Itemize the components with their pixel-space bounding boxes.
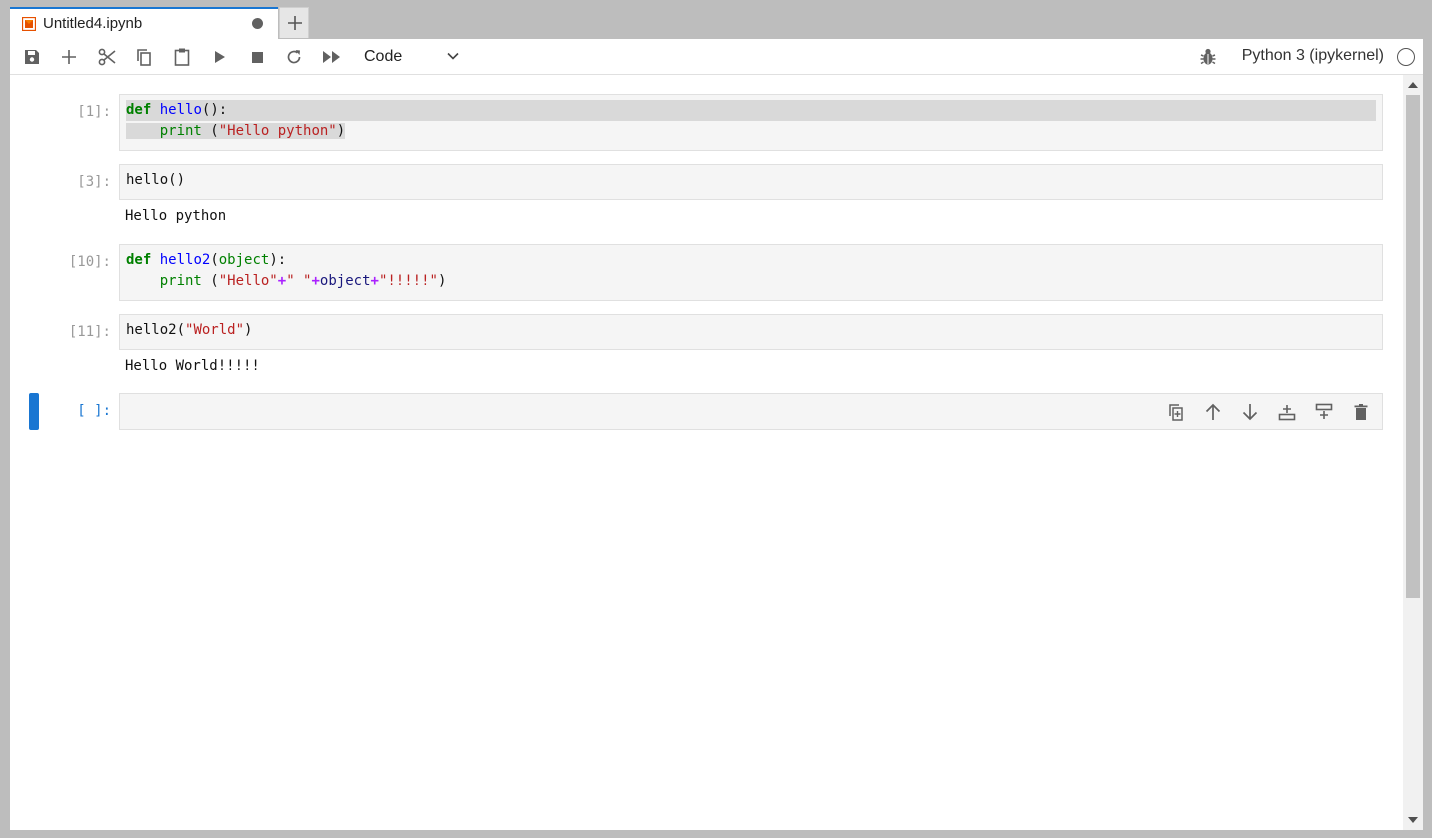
paste-button[interactable]: [171, 46, 193, 68]
code-line: def hello():: [126, 100, 1376, 121]
cell-type-select[interactable]: Code: [364, 45, 464, 69]
duplicate-cell-icon: [1169, 404, 1183, 421]
code-text[interactable]: hello(): [120, 165, 1382, 196]
debugger-icon[interactable]: [1200, 48, 1216, 66]
notebook-tab[interactable]: Untitled4.ipynb: [10, 7, 278, 39]
kernel-status-icon: [1397, 48, 1415, 66]
add-cell-button[interactable]: [58, 46, 80, 68]
run-all-icon: [323, 51, 340, 63]
stop-button[interactable]: [246, 46, 268, 68]
cell-type-value: Code: [364, 48, 403, 65]
restart-button[interactable]: [283, 46, 305, 68]
code-editor[interactable]: def hello(): print ("Hello python"): [119, 94, 1383, 151]
move-up-icon: [1205, 403, 1221, 420]
save-icon: [25, 50, 39, 64]
cell-output: Hello World!!!!!: [125, 358, 260, 374]
cell-toolbar: [1165, 401, 1372, 423]
copy-button[interactable]: [133, 46, 155, 68]
code-cell[interactable]: [1]: def hello(): print ("Hello python"): [10, 94, 1403, 151]
insert-above-button[interactable]: [1276, 401, 1298, 423]
insert-below-button[interactable]: [1313, 401, 1335, 423]
move-up-button[interactable]: [1202, 401, 1224, 423]
execution-count: [ ]:: [77, 403, 111, 419]
code-editor[interactable]: def hello2(object): print ("Hello"+" "+o…: [119, 244, 1383, 301]
code-text[interactable]: def hello2(object): print ("Hello"+" "+o…: [120, 245, 1382, 297]
scroll-thumb[interactable]: [1406, 95, 1420, 598]
code-editor[interactable]: hello2("World"): [119, 314, 1383, 350]
execution-count: [11]:: [68, 324, 111, 340]
code-text[interactable]: def hello(): print ("Hello python"): [120, 95, 1382, 147]
tab-bar: Untitled4.ipynb: [0, 0, 1432, 39]
tab-title: Untitled4.ipynb: [43, 15, 143, 32]
notebook-toolbar: Code Python 3 (ipykernel): [10, 39, 1423, 75]
delete-cell-button[interactable]: [1350, 401, 1372, 423]
add-cell-icon: [62, 50, 76, 64]
code-text[interactable]: hello2("World"): [120, 315, 1382, 346]
scroll-up-icon[interactable]: [1408, 82, 1418, 88]
cut-button[interactable]: [96, 46, 118, 68]
kernel-name[interactable]: Python 3 (ipykernel): [1242, 47, 1384, 65]
insert-above-icon: [1278, 405, 1296, 421]
code-editor[interactable]: [119, 393, 1383, 430]
active-code-cell[interactable]: [ ]:: [10, 393, 1403, 430]
run-icon: [215, 51, 225, 63]
cell-output: Hello python: [125, 208, 227, 224]
cut-icon: [98, 48, 116, 66]
restart-icon: [287, 50, 301, 64]
notebook-icon: [22, 17, 36, 31]
unsaved-indicator-icon[interactable]: [252, 18, 263, 29]
active-cell-indicator: [29, 393, 39, 430]
move-down-button[interactable]: [1239, 401, 1261, 423]
duplicate-cell-button[interactable]: [1165, 401, 1187, 423]
insert-below-icon: [1315, 403, 1333, 419]
code-cell[interactable]: [11]: hello2("World") Hello World!!!!!: [10, 314, 1403, 386]
run-button[interactable]: [209, 46, 231, 68]
notebook-panel: [1]: def hello(): print ("Hello python")…: [10, 75, 1423, 830]
execution-count: [3]:: [77, 174, 111, 190]
copy-icon: [137, 49, 151, 66]
code-line: print ("Hello python"): [126, 123, 346, 139]
paste-icon: [174, 48, 190, 66]
code-cell[interactable]: [10]: def hello2(object): print ("Hello"…: [10, 244, 1403, 301]
chevron-down-icon: [447, 52, 459, 60]
stop-icon: [251, 51, 263, 63]
notebook-scrollbar[interactable]: [1403, 75, 1423, 830]
scroll-down-icon[interactable]: [1408, 817, 1418, 823]
run-all-button[interactable]: [321, 46, 343, 68]
new-tab-button[interactable]: [279, 7, 309, 38]
code-cell[interactable]: [3]: hello() Hello python: [10, 164, 1403, 236]
execution-count: [10]:: [68, 254, 111, 270]
plus-icon: [288, 16, 302, 30]
save-button[interactable]: [21, 46, 43, 68]
move-down-icon: [1242, 404, 1258, 421]
code-editor[interactable]: hello(): [119, 164, 1383, 200]
execution-count: [1]:: [77, 104, 111, 120]
delete-cell-icon: [1354, 404, 1368, 420]
